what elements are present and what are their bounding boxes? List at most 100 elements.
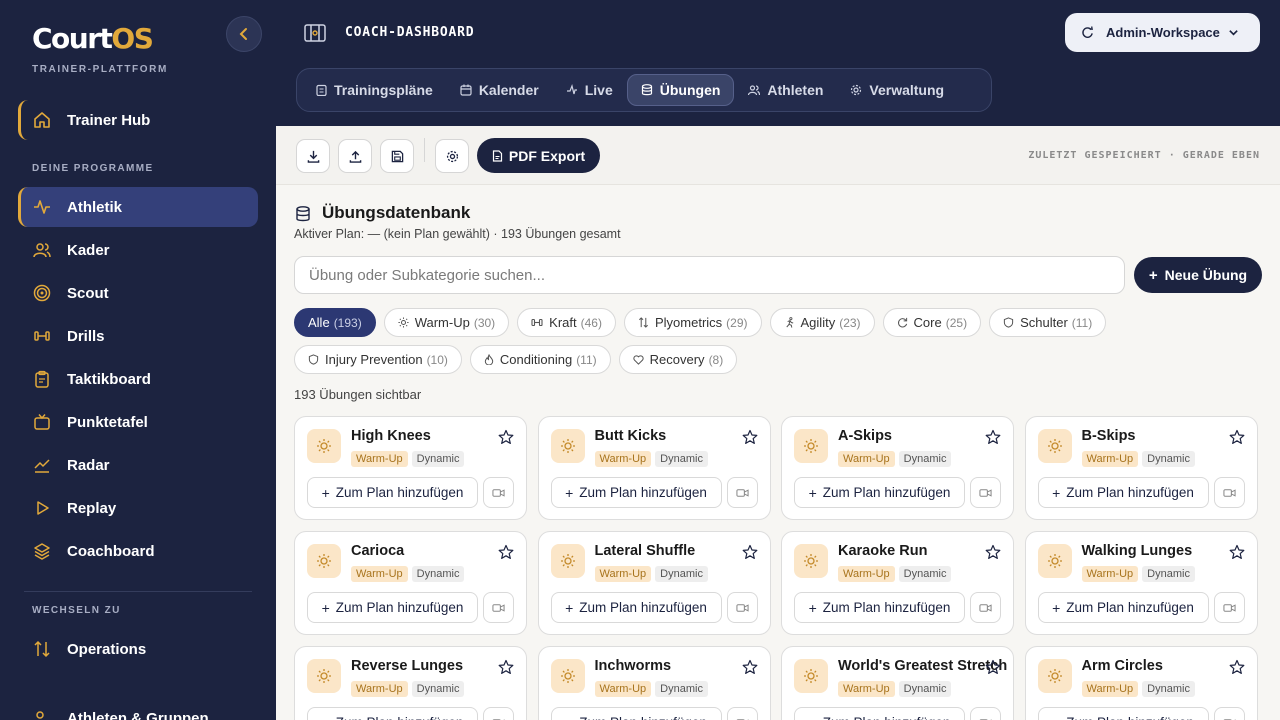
arrows-updown-icon <box>638 317 649 328</box>
app-logo[interactable]: CourtOS <box>32 22 154 55</box>
add-to-plan-button[interactable]: + Zum Plan hinzufügen <box>1037 707 1209 720</box>
exercise-card[interactable]: Karaoke Run Warm-Up Dynamic + Zum Plan h… <box>781 531 1014 635</box>
video-button[interactable] <box>970 707 1001 720</box>
workspace-selector[interactable]: Admin-Workspace <box>1065 13 1260 52</box>
add-to-plan-button[interactable]: + Zum Plan hinzufügen <box>307 477 478 508</box>
sidebar-item-athletik[interactable]: Athletik <box>18 187 258 227</box>
sidebar-item-operations[interactable]: Operations <box>18 629 258 669</box>
filter-chip-recovery[interactable]: Recovery (8) <box>618 345 738 374</box>
video-button[interactable] <box>483 477 514 508</box>
exercise-card[interactable]: A-Skips Warm-Up Dynamic + Zum Plan hinzu… <box>781 416 1014 520</box>
sidebar-item-punktetafel[interactable]: Punktetafel <box>18 402 258 442</box>
sidebar-item-trainer-hub[interactable]: Trainer Hub <box>18 100 258 140</box>
favorite-star-icon[interactable] <box>985 544 1001 560</box>
collapse-sidebar-button[interactable] <box>226 16 262 52</box>
tab-live[interactable]: Live <box>553 74 626 106</box>
type-tag: Dynamic <box>655 566 708 582</box>
tab-uebungen[interactable]: Übungen <box>626 74 735 106</box>
add-to-plan-button[interactable]: + Zum Plan hinzufügen <box>550 707 722 720</box>
favorite-star-icon[interactable] <box>1229 544 1245 560</box>
sidebar-item-drills[interactable]: Drills <box>18 316 258 356</box>
filter-chip-agility[interactable]: Agility (23) <box>769 308 875 337</box>
users-icon <box>32 240 52 260</box>
sidebar-item-taktikboard[interactable]: Taktikboard <box>18 359 258 399</box>
sidebar-item-kader[interactable]: Kader <box>18 230 258 270</box>
exercise-card[interactable]: Reverse Lunges Warm-Up Dynamic + Zum Pla… <box>294 646 527 720</box>
dashboard-icon <box>304 24 326 47</box>
add-to-plan-button[interactable]: + Zum Plan hinzufügen <box>794 592 965 623</box>
add-to-plan-button[interactable]: + Zum Plan hinzufügen <box>550 592 722 623</box>
video-button[interactable] <box>483 707 514 720</box>
exercise-card[interactable]: Arm Circles Warm-Up Dynamic + Zum Plan h… <box>1024 646 1258 720</box>
add-to-plan-button[interactable]: + Zum Plan hinzufügen <box>1037 592 1209 623</box>
filter-chip-kraft[interactable]: Kraft (46) <box>517 308 616 337</box>
favorite-star-icon[interactable] <box>1229 659 1245 675</box>
add-to-plan-label: Zum Plan hinzufügen <box>1066 600 1194 615</box>
tab-athleten[interactable]: Athleten <box>735 74 836 106</box>
sidebar-item-coachboard[interactable]: Coachboard <box>18 531 258 571</box>
filter-chip-injury-prevention[interactable]: Injury Prevention (10) <box>294 345 462 374</box>
filter-chip-conditioning[interactable]: Conditioning (11) <box>469 345 611 374</box>
video-button[interactable] <box>970 477 1001 508</box>
new-exercise-button[interactable]: + Neue Übung <box>1134 257 1262 293</box>
settings-button[interactable] <box>435 139 469 173</box>
sidebar-item-replay[interactable]: Replay <box>18 488 258 528</box>
chevron-down-icon <box>1229 30 1238 36</box>
favorite-star-icon[interactable] <box>498 544 514 560</box>
exercise-card[interactable]: High Knees Warm-Up Dynamic + Zum Plan hi… <box>294 416 527 520</box>
filter-chip-schulter[interactable]: Schulter (11) <box>989 308 1107 337</box>
search-input[interactable] <box>294 256 1125 294</box>
filter-label: Alle <box>308 315 330 330</box>
video-button[interactable] <box>726 592 758 623</box>
exercise-card[interactable]: Carioca Warm-Up Dynamic + Zum Plan hinzu… <box>294 531 527 635</box>
video-button[interactable] <box>726 477 758 508</box>
sidebar-item-radar[interactable]: Radar <box>18 445 258 485</box>
video-button[interactable] <box>1213 477 1245 508</box>
video-button[interactable] <box>1213 592 1245 623</box>
category-tag: Warm-Up <box>351 681 408 697</box>
video-button[interactable] <box>1213 707 1245 720</box>
pdf-export-button[interactable]: PDF Export <box>477 138 600 173</box>
filter-label: Kraft <box>549 315 577 330</box>
save-button[interactable] <box>380 139 414 173</box>
add-to-plan-button[interactable]: + Zum Plan hinzufügen <box>307 707 478 720</box>
add-to-plan-button[interactable]: + Zum Plan hinzufügen <box>794 707 965 720</box>
add-to-plan-button[interactable]: + Zum Plan hinzufügen <box>550 477 722 508</box>
tab-kalender[interactable]: Kalender <box>447 74 552 106</box>
filter-chip-warm-up[interactable]: Warm-Up (30) <box>383 308 510 337</box>
sidebar-item-label: Kader <box>67 241 110 259</box>
filter-chip-alle[interactable]: Alle (193) <box>294 308 376 337</box>
video-button[interactable] <box>970 592 1001 623</box>
filter-label: Injury Prevention <box>325 352 423 367</box>
favorite-star-icon[interactable] <box>742 659 758 675</box>
exercise-card[interactable]: World's Greatest Stretch Warm-Up Dynamic… <box>781 646 1014 720</box>
upload-button[interactable] <box>338 139 372 173</box>
exercise-card[interactable]: Inchworms Warm-Up Dynamic + Zum Plan hin… <box>537 646 771 720</box>
filter-label: Schulter <box>1020 315 1068 330</box>
favorite-star-icon[interactable] <box>742 429 758 445</box>
favorite-star-icon[interactable] <box>498 429 514 445</box>
filter-chip-plyometrics[interactable]: Plyometrics (29) <box>623 308 762 337</box>
sidebar-item-athleten-gruppen[interactable]: Athleten & Gruppen <box>18 698 258 720</box>
sidebar-item-scout[interactable]: Scout <box>18 273 258 313</box>
tab-verwaltung[interactable]: Verwaltung <box>837 74 957 106</box>
add-to-plan-button[interactable]: + Zum Plan hinzufügen <box>307 592 478 623</box>
add-to-plan-button[interactable]: + Zum Plan hinzufügen <box>794 477 965 508</box>
favorite-star-icon[interactable] <box>1229 429 1245 445</box>
filter-chip-core[interactable]: Core (25) <box>882 308 982 337</box>
main-tabs: Trainingspläne Kalender Live Übungen Ath… <box>296 68 992 112</box>
favorite-star-icon[interactable] <box>985 429 1001 445</box>
favorite-star-icon[interactable] <box>985 659 1001 675</box>
exercise-card[interactable]: Walking Lunges Warm-Up Dynamic + Zum Pla… <box>1024 531 1258 635</box>
exercise-card[interactable]: Lateral Shuffle Warm-Up Dynamic + Zum Pl… <box>537 531 771 635</box>
video-button[interactable] <box>726 707 758 720</box>
add-to-plan-button[interactable]: + Zum Plan hinzufügen <box>1037 477 1209 508</box>
favorite-star-icon[interactable] <box>498 659 514 675</box>
exercise-card[interactable]: Butt Kicks Warm-Up Dynamic + Zum Plan hi… <box>537 416 771 520</box>
video-button[interactable] <box>483 592 514 623</box>
exercise-card[interactable]: B-Skips Warm-Up Dynamic + Zum Plan hinzu… <box>1024 416 1258 520</box>
favorite-star-icon[interactable] <box>742 544 758 560</box>
sun-icon <box>1037 429 1072 463</box>
download-button[interactable] <box>296 139 330 173</box>
tab-trainingsplaene[interactable]: Trainingspläne <box>303 74 446 106</box>
